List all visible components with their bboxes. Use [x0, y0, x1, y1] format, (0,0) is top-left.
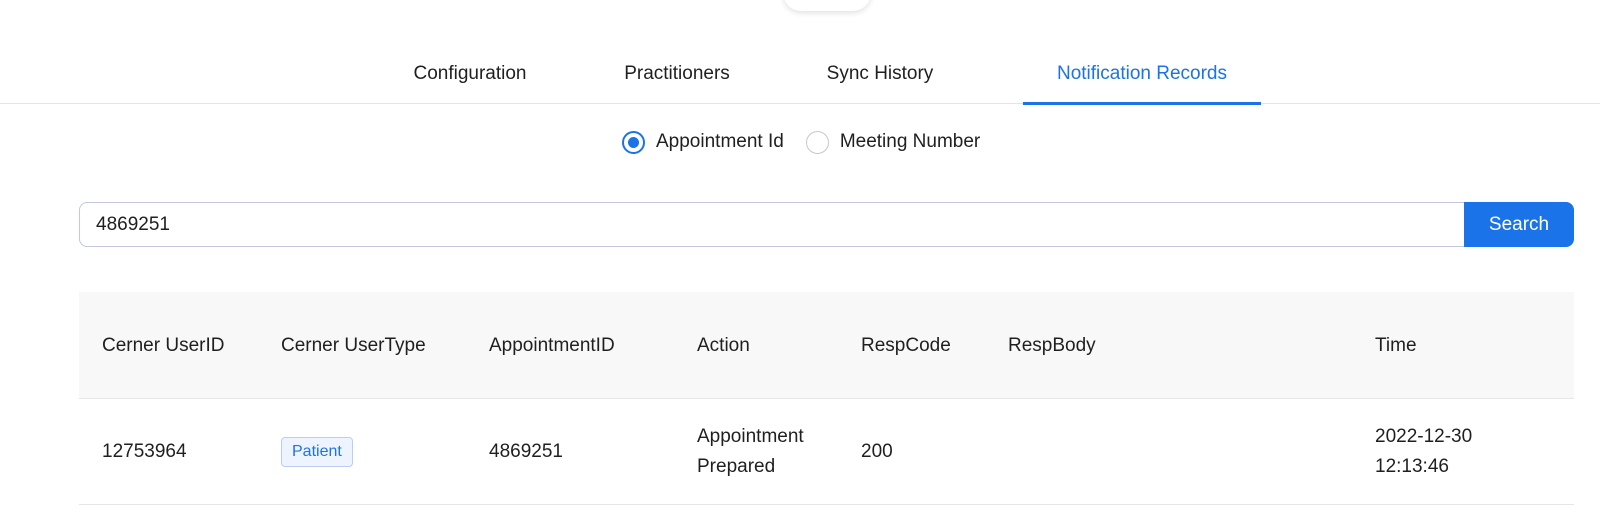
radio-unchecked-icon[interactable]: [805, 130, 829, 154]
radio-label-appointment-id: Appointment Id: [656, 131, 784, 152]
tab-configuration[interactable]: Configuration: [406, 50, 534, 104]
cell-user-type: Patient: [281, 399, 471, 505]
search-row: Search: [79, 202, 1574, 247]
tab-sync-history[interactable]: Sync History: [820, 50, 940, 104]
cell-appointment-id: 4869251: [489, 441, 563, 462]
tab-notification-records[interactable]: Notification Records: [1023, 50, 1261, 105]
col-header-resp-body: RespBody: [1008, 334, 1096, 356]
cell-action: Appointment Prepared: [697, 426, 804, 477]
search-input[interactable]: [79, 202, 1464, 247]
radio-meeting-number[interactable]: Meeting Number: [805, 130, 981, 154]
tab-bar: Configuration Practitioners Sync History…: [0, 50, 1600, 105]
search-button[interactable]: Search: [1464, 202, 1574, 247]
radio-checked-icon[interactable]: [622, 130, 645, 154]
col-header-action: Action: [697, 334, 750, 356]
search-type-radio-group: Appointment Id Meeting Number: [622, 129, 1002, 155]
tab-practitioners[interactable]: Practitioners: [617, 50, 737, 104]
col-header-resp-code: RespCode: [861, 334, 951, 356]
col-header-user-type: Cerner UserType: [281, 334, 426, 356]
cell-time: 2022-12-30 12:13:46: [1375, 426, 1473, 477]
radio-appointment-id[interactable]: Appointment Id: [622, 130, 784, 154]
col-header-user-id: Cerner UserID: [102, 334, 225, 356]
col-header-appointment-id: AppointmentID: [489, 334, 615, 356]
cell-resp-code: 200: [861, 441, 893, 462]
cell-user-id: 12753964: [102, 441, 187, 462]
top-handle: [783, 0, 871, 11]
radio-label-meeting-number: Meeting Number: [839, 131, 981, 152]
cell-resp-body: [1008, 399, 1338, 505]
col-header-time: Time: [1375, 334, 1417, 356]
table-header: Cerner UserID Cerner UserType Appointmen…: [79, 292, 1574, 399]
table-row: 12753964 Patient 4869251 Appointment Pre…: [79, 399, 1574, 505]
notification-records-table: Cerner UserID Cerner UserType Appointmen…: [79, 292, 1574, 505]
user-type-badge: Patient: [281, 437, 353, 467]
